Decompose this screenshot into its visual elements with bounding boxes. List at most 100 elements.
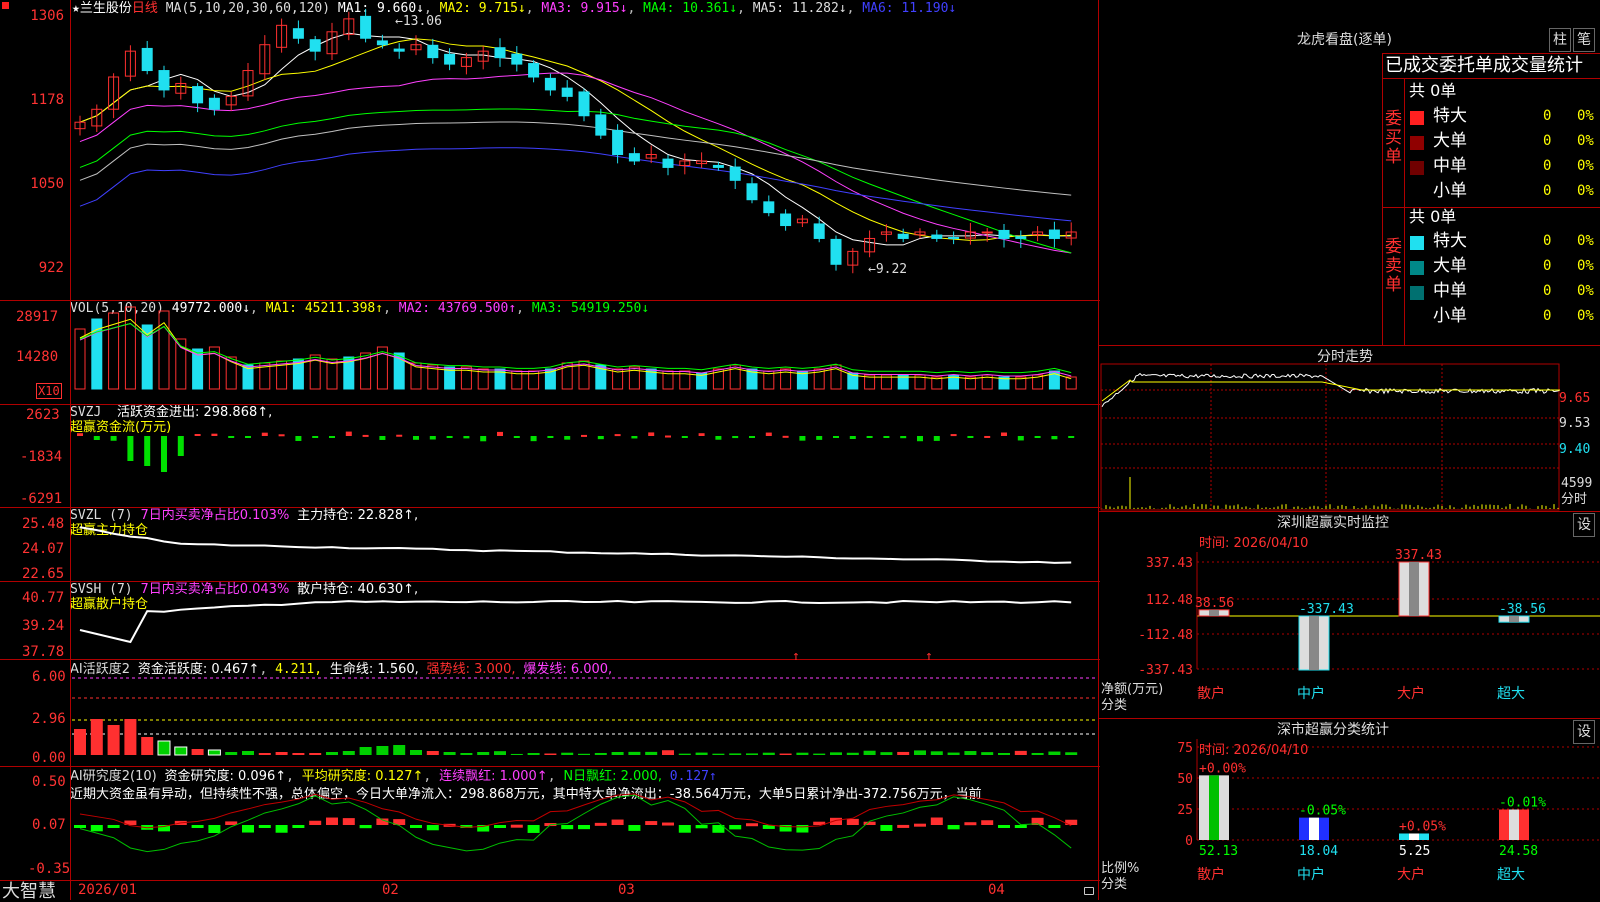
candle xyxy=(780,213,792,227)
vol-ma-line xyxy=(79,318,1072,380)
flow-bar xyxy=(984,435,991,438)
research-bar xyxy=(662,822,674,826)
order-color-swatch xyxy=(1410,311,1424,325)
activity-bar xyxy=(460,753,473,755)
buy-label: 委买单 xyxy=(1385,109,1402,167)
sz-class-panel[interactable]: 深市超赢分类统计 设 时间: 2026/04/10 比例% 分类 75 50 25 0… xyxy=(1099,718,1600,901)
candle xyxy=(813,223,825,239)
order-color-swatch xyxy=(1410,236,1424,250)
candle xyxy=(981,231,993,234)
activity-bar xyxy=(930,751,943,755)
flow-bar xyxy=(1017,436,1024,441)
research-bar xyxy=(628,825,641,831)
minute-panel[interactable]: 分时走势 9.65 9.53 9.40 4599 分时 xyxy=(1099,345,1600,512)
tick-mode-button[interactable]: 笔 xyxy=(1573,28,1595,52)
research-bar xyxy=(947,825,960,830)
minute-line-chart[interactable] xyxy=(1099,346,1600,512)
activity-bar xyxy=(124,719,137,755)
sz-monitor-panel[interactable]: 深圳超赢实时监控 设 时间: 2026/04/10 净额(万元) 分类 337.… xyxy=(1099,511,1600,719)
candle xyxy=(427,44,439,59)
flow-bar xyxy=(345,431,352,436)
sz-class-bar-chart[interactable]: 75 50 25 0 +0.00% 52.13 散户 -0.05% 18.04 中户 +0.05% 5… xyxy=(1099,719,1600,901)
ai1-bars[interactable]: ↑ ↑ xyxy=(0,649,1100,767)
flow-bar xyxy=(278,434,285,437)
ytick-label: 75 xyxy=(1177,741,1193,756)
activity-bar xyxy=(275,752,288,755)
activity-bar xyxy=(662,750,674,755)
svzl-line[interactable] xyxy=(0,508,1100,582)
research-bar xyxy=(746,823,758,827)
candle xyxy=(763,201,775,214)
activity-bar xyxy=(729,753,742,755)
research-bar xyxy=(326,817,338,825)
chart-area[interactable]: ★兰生股份日线 MA(5,10,20,30,60,120) MA1: 9.660… xyxy=(0,0,1100,901)
brand-logo[interactable]: 大智慧 xyxy=(2,882,56,901)
ai-research-pane[interactable]: AI研究度2(10) 资金研究度: 0.096↑, 平均研究度: 0.127↑,… xyxy=(0,766,1100,881)
flow-bar xyxy=(564,436,571,440)
flow-bar xyxy=(177,436,184,456)
activity-bar xyxy=(326,752,338,755)
flow-bar xyxy=(816,436,823,440)
activity-bar xyxy=(410,750,422,755)
activity-bar xyxy=(897,751,910,755)
order-pct: 0% xyxy=(1577,108,1594,124)
research-bar xyxy=(191,825,204,828)
activity-bar xyxy=(561,752,574,755)
flow-bar xyxy=(866,436,873,438)
candlestick-chart[interactable] xyxy=(0,0,1100,300)
dragon-panel: 龙虎看盘(逐单) 柱 笔 已成交委托单成交量统计 委买单 共 0单 特大 0 0… xyxy=(1099,0,1600,345)
activity-bar xyxy=(258,753,271,755)
activity-bar xyxy=(242,751,254,755)
candle xyxy=(208,97,220,110)
svzj-bars[interactable] xyxy=(0,405,1100,508)
flow-bar xyxy=(77,433,83,436)
svzj-pane[interactable]: SVZJ 活跃资金进出: 298.868↑, 超赢资金流(万元) 2623 -1… xyxy=(0,404,1100,508)
ratio-bar-shade xyxy=(1509,809,1519,840)
category-label: 中户 xyxy=(1297,685,1325,702)
volume-bars[interactable] xyxy=(0,301,1100,405)
order-qty: 0 xyxy=(1543,108,1552,124)
svsh-pane[interactable]: SVSH (7) 7日内买卖净占比0.043% 散户持仓: 40.630↑, 超… xyxy=(0,581,1100,660)
flow-bar xyxy=(917,436,923,442)
activity-bar xyxy=(746,753,758,755)
marker: ↑ xyxy=(792,649,800,664)
flow-bar xyxy=(648,432,655,436)
ai2-bars[interactable] xyxy=(0,767,1100,881)
activity-bar xyxy=(477,752,490,755)
ai-activity-pane[interactable]: AI活跃度2 资金活跃度: 0.467↑, 4.211, 生命线: 1.560,… xyxy=(0,649,1100,767)
lock-icon[interactable] xyxy=(1084,887,1094,895)
value-label: 24.58 xyxy=(1499,844,1538,859)
flow-bar xyxy=(749,436,755,438)
flow-bar xyxy=(698,433,705,436)
sz-monitor-bar-chart[interactable]: 337.43 112.48 -112.48 -337.43 38.56 散户 -337.43… xyxy=(1099,512,1600,719)
research-bar xyxy=(510,824,523,828)
flow-bar xyxy=(849,436,856,439)
candle xyxy=(712,164,724,168)
activity-bar xyxy=(779,753,792,755)
flow-bar xyxy=(161,436,167,472)
activity-bar xyxy=(141,737,154,755)
category-label: 大户 xyxy=(1397,866,1425,883)
order-size-label: 大单 xyxy=(1433,256,1467,276)
flow-bar xyxy=(1051,436,1058,440)
ytick-label: 337.43 xyxy=(1146,556,1193,571)
bar-value-label: 38.56 xyxy=(1195,596,1234,611)
activity-bar xyxy=(964,751,977,755)
activity-bar xyxy=(494,751,506,755)
bar-value-label: -337.43 xyxy=(1299,602,1354,617)
svsh-line[interactable] xyxy=(0,582,1100,660)
order-qty: 0 xyxy=(1543,158,1552,174)
volume-pane[interactable]: VOL(5,10,20) 49772.000↓, MA1: 45211.398↑… xyxy=(0,300,1100,405)
order-size-label: 中单 xyxy=(1433,281,1467,301)
bar-value-label: 337.43 xyxy=(1395,548,1442,563)
research-bar xyxy=(292,825,305,828)
price-pane[interactable]: ★兰生股份日线 MA(5,10,20,30,60,120) MA1: 9.660… xyxy=(0,0,1100,300)
activity-bar xyxy=(74,729,86,755)
svzl-pane[interactable]: SVZL (7) 7日内买卖净占比0.103% 主力持仓: 22.828↑, 超… xyxy=(0,507,1100,582)
bar-mode-button[interactable]: 柱 xyxy=(1549,28,1571,52)
change-label: +0.05% xyxy=(1399,819,1446,834)
value-label: 52.13 xyxy=(1199,844,1238,859)
activity-bar xyxy=(863,750,876,755)
activity-bar xyxy=(376,746,389,755)
order-size-label: 特大 xyxy=(1433,231,1467,251)
